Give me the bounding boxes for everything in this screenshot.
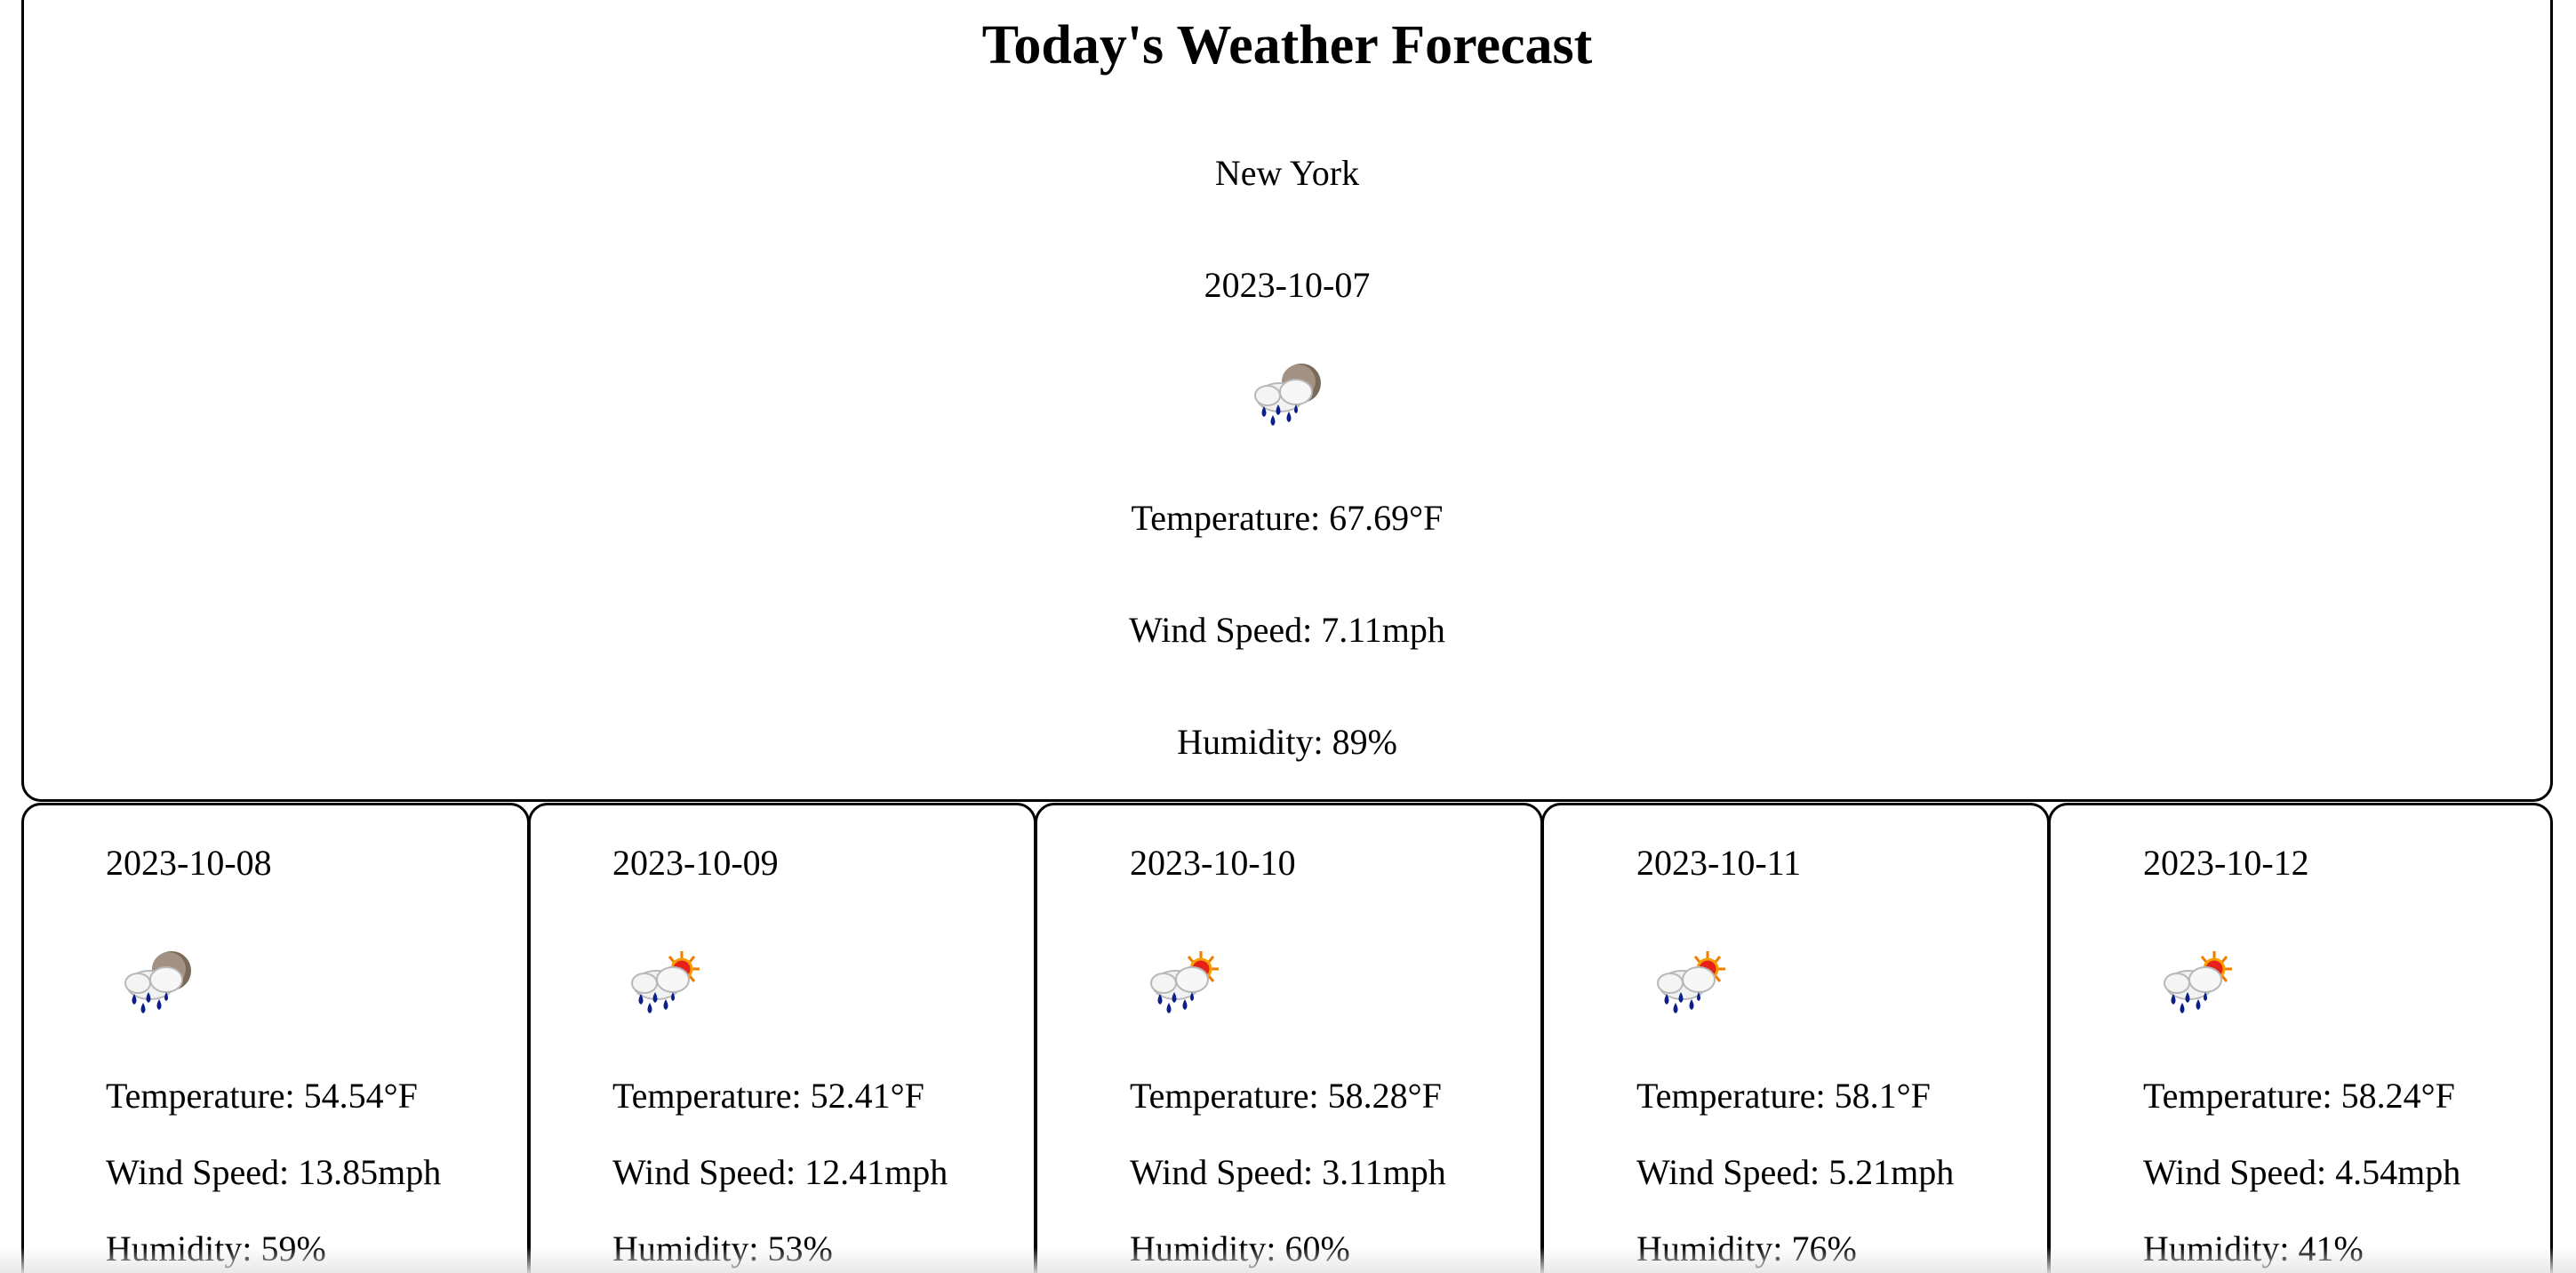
today-humidity: Humidity: 89% <box>1177 722 1397 762</box>
forecast-humidity: Humidity: 53% <box>612 1229 833 1269</box>
today-forecast-panel: Today's Weather Forecast New York 2023-1… <box>21 0 2553 802</box>
forecast-wind-speed: Wind Speed: 13.85mph <box>106 1152 442 1192</box>
forecast-date: 2023-10-11 <box>1636 843 1802 883</box>
forecast-temperature: Temperature: 52.41°F <box>612 1076 924 1116</box>
city-name: New York <box>1214 153 1360 193</box>
forecast-wind-speed: Wind Speed: 4.54mph <box>2143 1152 2461 1192</box>
rain-cloud-sun-icon <box>1139 948 1236 1019</box>
forecast-card: 2023-10-10 Temperature: 58.28°F Wind Spe… <box>1035 803 1543 1273</box>
forecast-humidity: Humidity: 41% <box>2143 1229 2364 1269</box>
forecast-date: 2023-10-08 <box>106 843 272 883</box>
forecast-wind-speed: Wind Speed: 3.11mph <box>1130 1152 1446 1192</box>
forecast-date: 2023-10-09 <box>612 843 779 883</box>
rain-cloud-night-icon <box>113 948 211 1019</box>
forecast-temperature: Temperature: 58.28°F <box>1130 1076 1442 1116</box>
forecast-wind-speed: Wind Speed: 12.41mph <box>612 1152 948 1192</box>
today-date: 2023-10-07 <box>1204 265 1371 305</box>
weather-page: Today's Weather Forecast New York 2023-1… <box>0 0 2576 1273</box>
forecast-humidity: Humidity: 76% <box>1636 1229 1857 1269</box>
forecast-date: 2023-10-12 <box>2143 843 2309 883</box>
forecast-card: 2023-10-08 Temperature: 54.54°F Wind Spe… <box>21 803 530 1273</box>
forecast-humidity: Humidity: 59% <box>106 1229 326 1269</box>
forecast-wind-speed: Wind Speed: 5.21mph <box>1636 1152 1955 1192</box>
forecast-temperature: Temperature: 58.1°F <box>1636 1076 1931 1116</box>
forecast-date: 2023-10-10 <box>1130 843 1296 883</box>
today-wind-speed: Wind Speed: 7.11mph <box>1129 610 1445 650</box>
forecast-humidity: Humidity: 60% <box>1130 1229 1350 1269</box>
forecast-card: 2023-10-09 Temperature: 52.41°F Wind Spe… <box>528 803 1036 1273</box>
rain-cloud-sun-icon <box>1645 948 1743 1019</box>
forecast-temperature: Temperature: 58.24°F <box>2143 1076 2455 1116</box>
rain-cloud-night-icon <box>1243 360 1332 431</box>
forecast-temperature: Temperature: 54.54°F <box>106 1076 418 1116</box>
today-temperature: Temperature: 67.69°F <box>1131 498 1444 538</box>
page-title: Today's Weather Forecast <box>981 15 1593 76</box>
forecast-card: 2023-10-12 Temperature: 58.24°F Wind Spe… <box>2048 803 2553 1273</box>
forecast-card: 2023-10-11 Temperature: 58.1°F Wind Spee… <box>1541 803 2050 1273</box>
rain-cloud-sun-icon <box>620 948 717 1019</box>
rain-cloud-sun-icon <box>2152 948 2250 1019</box>
